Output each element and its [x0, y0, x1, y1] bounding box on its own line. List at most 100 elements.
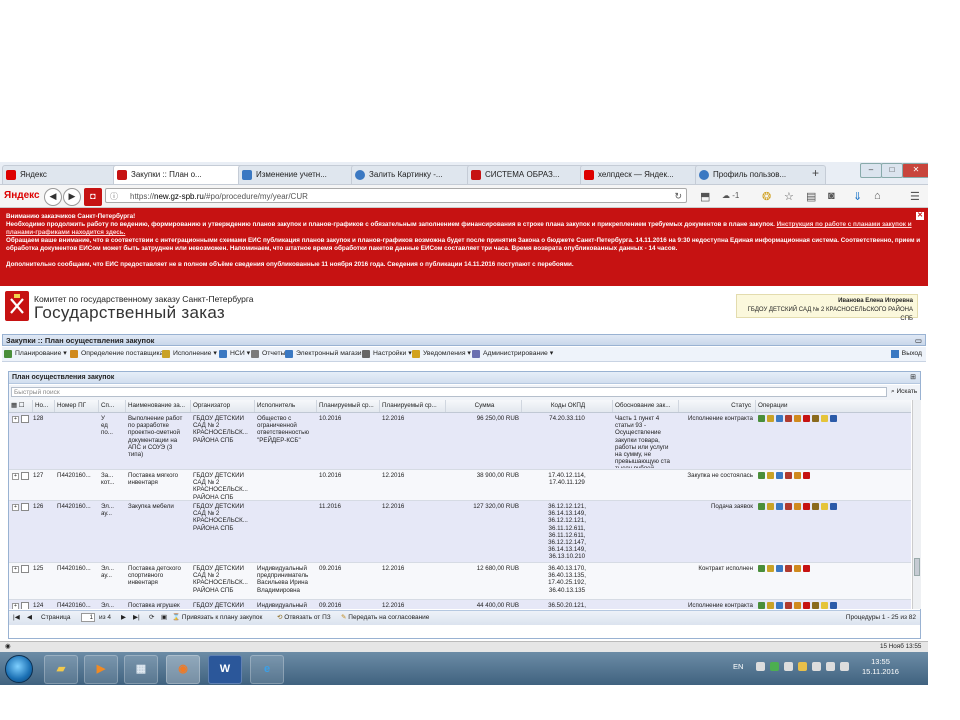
system-clock[interactable]: 13:55 15.11.2016	[862, 657, 899, 677]
operation-icon[interactable]	[830, 602, 837, 609]
last-page-button[interactable]: ▶|	[133, 613, 140, 623]
col-plan-date-2[interactable]: Планируемый ср...	[380, 400, 446, 412]
operation-icon[interactable]	[785, 565, 792, 572]
minimize-button[interactable]: –	[860, 163, 882, 178]
table-row[interactable]: +125 П4420160... Эл... ау... Поставка детск…	[9, 563, 911, 600]
weather-icon[interactable]: ☁ -1	[722, 191, 739, 200]
library-icon[interactable]: ▤	[806, 190, 816, 203]
ie-app-icon[interactable]: e	[250, 655, 284, 684]
expand-row-icon[interactable]: +	[12, 473, 19, 480]
operation-icon[interactable]	[821, 602, 828, 609]
col-name[interactable]: Наименование за...	[126, 400, 191, 412]
word-app-icon[interactable]: W	[208, 655, 242, 684]
menu-nsi[interactable]: НСИ ▾	[219, 349, 250, 359]
yandex-logo[interactable]: Яндекс	[4, 190, 40, 201]
table-row[interactable]: +128 У ед по... Выполнение работ по разраб…	[9, 413, 911, 470]
operation-icon[interactable]	[776, 472, 783, 479]
operation-icon[interactable]	[776, 415, 783, 422]
operation-icon[interactable]	[803, 503, 810, 510]
scrollbar-thumb[interactable]	[914, 558, 920, 576]
row-checkbox[interactable]	[21, 503, 29, 511]
firefox-app-icon[interactable]: ◉	[166, 655, 200, 684]
first-page-button[interactable]: |◀	[13, 613, 20, 623]
row-checkbox[interactable]	[21, 415, 29, 423]
page-number-input[interactable]: 1	[81, 613, 95, 622]
operation-icon[interactable]	[758, 503, 765, 510]
row-checkbox[interactable]	[21, 602, 29, 609]
col-reason[interactable]: Обоснование зак...	[613, 400, 679, 412]
menu-reports[interactable]: Отчеты	[251, 349, 286, 359]
menu-settings[interactable]: Настройки ▾	[362, 349, 412, 359]
menu-supplier[interactable]: Определение поставщика ▾	[70, 349, 169, 359]
operation-icon[interactable]	[776, 565, 783, 572]
operation-icon[interactable]	[785, 602, 792, 609]
url-input[interactable]: ⓘ https://new.gz-spb.ru/#po/procedure/my…	[105, 188, 687, 203]
operation-icon[interactable]	[767, 565, 774, 572]
tab-zakupki[interactable]: Закупки :: План о... ×	[113, 165, 254, 184]
operation-icon[interactable]	[821, 503, 828, 510]
expand-row-icon[interactable]: +	[12, 416, 19, 423]
operation-icon[interactable]	[812, 602, 819, 609]
grid-scrollbar[interactable]	[912, 400, 921, 609]
operation-icon[interactable]	[830, 415, 837, 422]
start-button[interactable]	[5, 655, 33, 683]
expand-row-icon[interactable]: +	[12, 603, 19, 609]
operation-icon[interactable]	[794, 565, 801, 572]
operation-icon[interactable]	[794, 602, 801, 609]
operation-icon[interactable]	[803, 602, 810, 609]
expand-row-icon[interactable]: +	[12, 504, 19, 511]
operation-icon[interactable]	[758, 415, 765, 422]
operation-icon[interactable]	[830, 503, 837, 510]
network-icon[interactable]	[826, 662, 835, 671]
new-tab-button[interactable]: +	[812, 166, 819, 180]
operation-icon[interactable]	[821, 415, 828, 422]
operation-icon[interactable]	[812, 415, 819, 422]
operation-icon[interactable]	[776, 503, 783, 510]
operation-icon[interactable]	[785, 503, 792, 510]
back-button[interactable]: ◀	[44, 188, 62, 206]
col-organizer[interactable]: Организатор	[191, 400, 255, 412]
next-page-button[interactable]: ▶	[121, 613, 126, 623]
search-button[interactable]: ⌕ Искать	[891, 387, 917, 397]
row-checkbox[interactable]	[21, 472, 29, 480]
send-approval-button[interactable]: ✎ Передать на согласование	[341, 613, 429, 623]
menu-planning[interactable]: Планирование ▾	[4, 349, 67, 359]
operation-icon[interactable]	[803, 472, 810, 479]
menu-execution[interactable]: Исполнение ▾	[162, 349, 217, 359]
operation-icon[interactable]	[803, 415, 810, 422]
row-checkbox[interactable]	[21, 565, 29, 573]
operation-icon[interactable]	[794, 415, 801, 422]
operation-icon[interactable]	[767, 503, 774, 510]
downloads-icon[interactable]: ⬒	[700, 190, 710, 203]
tray-icon-4[interactable]	[798, 662, 807, 671]
operation-icon[interactable]	[803, 565, 810, 572]
operation-icon[interactable]	[758, 472, 765, 479]
col-plan-date-1[interactable]: Планируемый ср...	[317, 400, 380, 412]
tray-icon-5[interactable]	[812, 662, 821, 671]
prev-page-button[interactable]: ◀	[27, 613, 32, 623]
quick-search-input[interactable]: Быстрый поиск	[11, 387, 887, 397]
media-player-app-icon[interactable]: ▶	[84, 655, 118, 684]
tab-zalit[interactable]: Залить Картинку -...	[351, 165, 483, 184]
tab-helpdesk[interactable]: хелпдеск — Яндек...	[580, 165, 711, 184]
col-select[interactable]: ▦ ☐	[9, 400, 33, 412]
download-arrow-icon[interactable]: ⇓	[853, 190, 862, 203]
operation-icon[interactable]	[758, 602, 765, 609]
home-icon[interactable]: ⌂	[874, 190, 881, 202]
calculator-app-icon[interactable]: ▦	[124, 655, 158, 684]
user-info[interactable]: Иванова Елена Игоревна ГБДОУ ДЕТСКИЙ САД…	[736, 294, 918, 322]
tray-icon-1[interactable]	[756, 662, 765, 671]
tab-yandex[interactable]: Яндекс	[2, 165, 129, 184]
export-icon[interactable]: ▣	[161, 613, 167, 623]
expand-row-icon[interactable]: +	[12, 566, 19, 573]
panel-tool-icon[interactable]: ⊞	[910, 372, 916, 384]
operation-icon[interactable]	[776, 602, 783, 609]
tab-izmenenie[interactable]: Изменение учетн...	[238, 165, 367, 184]
coin-icon[interactable]: ❂	[762, 190, 771, 203]
logout-button[interactable]: Выход	[890, 349, 922, 359]
operation-icon[interactable]	[767, 602, 774, 609]
collapse-icon[interactable]: ▭	[915, 335, 922, 347]
protect-icon[interactable]: ◘	[84, 188, 102, 206]
menu-eshop[interactable]: Электронный магазин	[285, 349, 365, 359]
unbind-button[interactable]: ⟲ Отвязать от ПЗ	[277, 613, 331, 623]
